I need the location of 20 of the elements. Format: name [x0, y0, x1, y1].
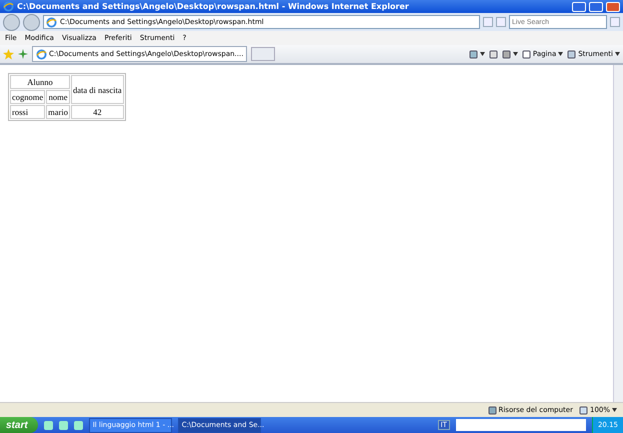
window-title: C:\Documents and Settings\Angelo\Desktop\rowspan.html - Windows Internet Explorer	[17, 2, 410, 11]
caret-icon[interactable]	[612, 408, 617, 412]
header-cell: nome	[46, 90, 70, 104]
table-cell: rossi	[10, 105, 46, 119]
browser-logo-icon	[3, 1, 14, 12]
minimize-button[interactable]	[572, 2, 586, 12]
header-cell: cognome	[10, 90, 46, 104]
maximize-button[interactable]	[589, 2, 603, 12]
add-favorite-icon[interactable]	[18, 49, 28, 59]
caret-icon[interactable]	[480, 52, 485, 56]
table-cell: 42	[71, 105, 124, 119]
scrollbar[interactable]	[613, 65, 623, 402]
close-button[interactable]	[606, 2, 620, 12]
star-icon[interactable]	[3, 48, 14, 60]
caret-icon[interactable]	[512, 52, 518, 56]
header-cell: Alunno	[10, 75, 70, 89]
caret-icon[interactable]	[558, 52, 564, 56]
caret-icon[interactable]	[615, 52, 620, 56]
header-cell: data di nascita	[71, 75, 124, 104]
table-cell: mario	[46, 105, 70, 119]
